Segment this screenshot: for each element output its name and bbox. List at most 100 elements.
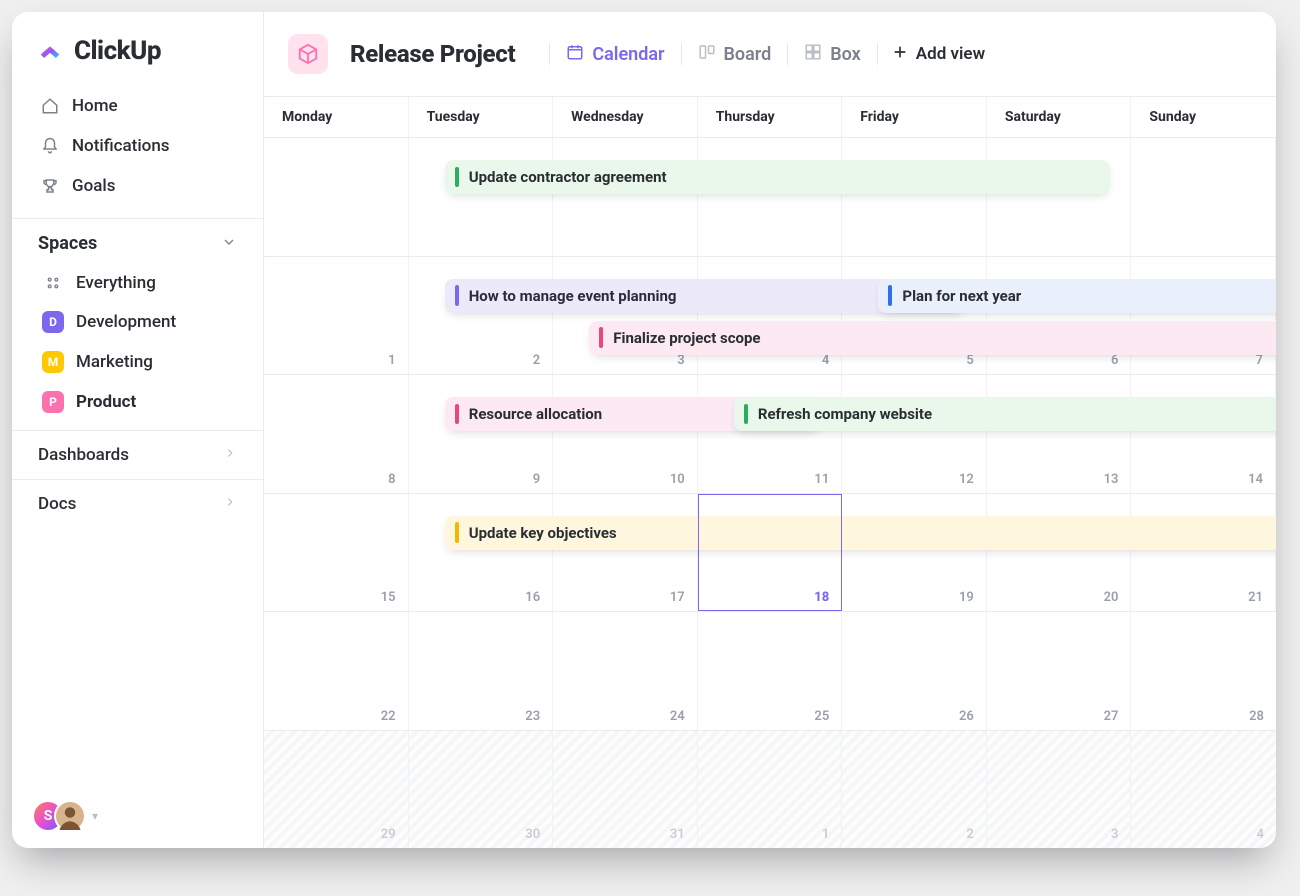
space-list: Everything D Development M Marketing P P… [12,264,263,430]
calendar-day[interactable]: 28 [1131,612,1276,730]
calendar-day[interactable] [1131,138,1276,256]
space-label: Everything [76,273,156,293]
section-label: Dashboards [38,445,129,465]
day-number: 4 [1257,827,1264,842]
calendar-day[interactable]: 4 [1131,731,1276,849]
calendar-day[interactable] [553,138,698,256]
nav-item-goals[interactable]: Goals [26,166,249,206]
calendar-day[interactable]: 1 [264,257,409,375]
day-number: 5 [966,353,973,368]
day-number: 6 [1111,353,1118,368]
calendar-day[interactable]: 6 [987,257,1132,375]
calendar-day[interactable]: 16 [409,494,554,612]
day-number: 1 [822,827,829,842]
calendar-day[interactable]: 29 [264,731,409,849]
calendar-day[interactable]: 14 [1131,375,1276,493]
chevron-right-icon [223,445,237,465]
calendar-day[interactable] [842,138,987,256]
view-label: Calendar [592,44,664,65]
event-title: Plan for next year [902,287,1021,305]
nav-label: Goals [72,176,115,196]
calendar-event[interactable]: Update key objectives [445,516,1276,550]
calendar-day[interactable] [264,138,409,256]
board-icon [698,43,716,66]
space-badge: M [42,351,64,373]
space-badge: D [42,311,64,333]
event-title: Resource allocation [469,405,602,423]
calendar-day[interactable]: 21 [1131,494,1276,612]
calendar-day[interactable]: 7 [1131,257,1276,375]
spaces-header[interactable]: Spaces [12,218,263,264]
calendar-day[interactable]: 27 [987,612,1132,730]
main-header: Release Project Calendar Board Box [264,12,1276,96]
plus-icon [892,44,908,65]
space-item-everything[interactable]: Everything [36,264,247,302]
calendar-day[interactable]: 15 [264,494,409,612]
space-label: Product [76,392,136,412]
caret-down-icon[interactable]: ▾ [92,809,98,823]
calendar-day[interactable]: 12 [842,375,987,493]
day-number: 10 [670,472,685,487]
nav-item-home[interactable]: Home [26,86,249,126]
day-number: 23 [525,709,540,724]
calendar-day[interactable]: 2 [842,731,987,849]
weekday-label: Wednesday [553,97,698,137]
calendar-event[interactable]: Refresh company website [734,397,1276,431]
calendar-day[interactable]: 8 [264,375,409,493]
clickup-logo-icon [36,37,64,65]
view-tab-board[interactable]: Board [682,37,788,72]
add-view-button[interactable]: Add view [878,38,999,71]
calendar-day[interactable]: 3 [553,257,698,375]
calendar-day[interactable]: 26 [842,612,987,730]
calendar-day[interactable]: 11 [698,375,843,493]
space-item-product[interactable]: P Product [36,382,247,422]
calendar-day[interactable]: 23 [409,612,554,730]
calendar-day[interactable] [409,138,554,256]
day-number: 2 [966,827,973,842]
event-color-bar [455,404,459,424]
space-badge: P [42,391,64,413]
calendar-day[interactable]: 3 [987,731,1132,849]
calendar-day[interactable]: 4 [698,257,843,375]
calendar-day[interactable]: 24 [553,612,698,730]
sidebar-section-docs[interactable]: Docs [12,479,263,528]
day-number: 21 [1248,590,1263,605]
avatar[interactable] [54,800,86,832]
calendar-event[interactable]: Finalize project scope [589,321,1276,355]
sidebar: ClickUp Home Notifications Goals Spaces [12,12,264,848]
day-number: 11 [814,472,829,487]
calendar-day[interactable] [698,138,843,256]
calendar-day[interactable]: 1 [698,731,843,849]
calendar-day[interactable]: 18 [698,494,843,612]
calendar-day[interactable]: 20 [987,494,1132,612]
day-number: 12 [959,472,974,487]
view-tab-calendar[interactable]: Calendar [550,37,680,72]
calendar-day[interactable]: 25 [698,612,843,730]
calendar-day[interactable]: 2 [409,257,554,375]
view-tab-box[interactable]: Box [788,37,877,72]
space-item-marketing[interactable]: M Marketing [36,342,247,382]
space-item-development[interactable]: D Development [36,302,247,342]
calendar-day[interactable]: 10 [553,375,698,493]
calendar-day[interactable]: 30 [409,731,554,849]
calendar-event[interactable]: Update contractor agreement [445,160,1110,194]
calendar-day[interactable]: 19 [842,494,987,612]
day-number: 2 [533,353,540,368]
calendar-day[interactable]: 17 [553,494,698,612]
calendar-week: 151617181920 21 Update key objectives [264,494,1276,613]
brand-name: ClickUp [74,36,161,66]
nav-label: Notifications [72,136,170,156]
nav-item-notifications[interactable]: Notifications [26,126,249,166]
calendar-day[interactable]: 31 [553,731,698,849]
calendar-day[interactable]: 13 [987,375,1132,493]
view-label: Board [724,44,772,65]
calendar-event[interactable]: Plan for next year [878,279,1276,313]
calendar-day[interactable] [987,138,1132,256]
calendar-day[interactable]: 9 [409,375,554,493]
calendar-day[interactable]: 22 [264,612,409,730]
sidebar-section-dashboards[interactable]: Dashboards [12,430,263,479]
event-title: Update contractor agreement [469,168,667,186]
chevron-down-icon [221,234,237,254]
calendar-day[interactable]: 5 [842,257,987,375]
calendar-week: Update contractor agreement [264,138,1276,257]
